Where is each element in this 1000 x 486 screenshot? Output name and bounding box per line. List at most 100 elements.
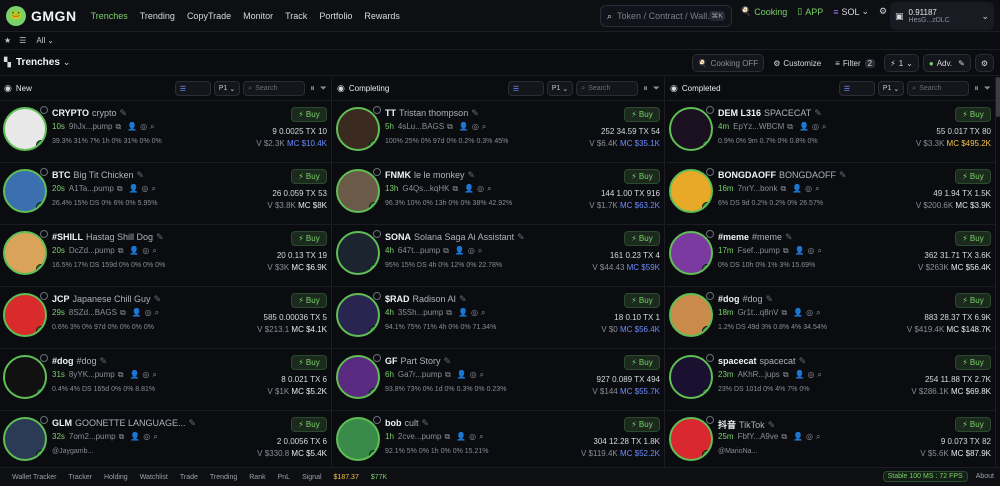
- scrollbar[interactable]: [996, 77, 1000, 117]
- bottom-trade[interactable]: Trade: [180, 474, 198, 481]
- token-address[interactable]: 4sLu...BAGS: [398, 122, 444, 131]
- copy-icon[interactable]: ⧉: [787, 122, 793, 131]
- token-name[interactable]: BONGDAOFF: [779, 170, 836, 180]
- buy-button[interactable]: ⚡ Buy: [955, 231, 991, 246]
- copy-icon[interactable]: ⧉: [445, 370, 451, 379]
- token-avatar[interactable]: [3, 169, 47, 213]
- edit-icon[interactable]: ✎: [766, 294, 774, 304]
- copy-icon[interactable]: ⧉: [452, 184, 458, 193]
- token-card[interactable]: $RAD Radison AI ✎ 4h 35Sh...pump ⧉ 👤 ◎ ⌕ 94.1% 75…: [333, 287, 664, 349]
- token-address[interactable]: DcZd...pump: [69, 246, 115, 255]
- copy-icon[interactable]: ⧉: [446, 308, 452, 317]
- token-name[interactable]: SPACECAT: [764, 108, 811, 118]
- edit-icon[interactable]: ✎: [799, 356, 807, 366]
- token-avatar[interactable]: [669, 355, 713, 399]
- web-icon[interactable]: ◎: [145, 308, 152, 317]
- copy-icon[interactable]: ⧉: [119, 432, 125, 441]
- token-address[interactable]: FbfY...A9ve: [738, 432, 779, 441]
- info-icon[interactable]: [40, 106, 48, 114]
- search-icon[interactable]: ⌕: [487, 184, 491, 193]
- column-search-input[interactable]: ⌕ Search: [576, 81, 639, 96]
- edit-icon[interactable]: ✎: [137, 170, 145, 180]
- token-name[interactable]: Japanese Chill Guy: [73, 294, 151, 304]
- edit-icon[interactable]: ✎: [471, 108, 479, 118]
- web-icon[interactable]: ◎: [808, 246, 815, 255]
- copy-icon[interactable]: ⧉: [118, 370, 124, 379]
- token-card[interactable]: TT Tristan thompson ✎ 5h 4sLu...BAGS ⧉ 👤 ◎ ⌕ 100%…: [333, 101, 664, 163]
- edit-icon[interactable]: ✎: [189, 418, 197, 428]
- search-icon[interactable]: ⌕: [817, 246, 821, 255]
- info-icon[interactable]: [706, 354, 714, 362]
- buy-button[interactable]: ⚡ Buy: [291, 293, 327, 308]
- token-address[interactable]: 8SZd...BAGS: [69, 308, 117, 317]
- token-avatar[interactable]: [3, 107, 47, 151]
- copy-icon[interactable]: ⧉: [444, 432, 450, 441]
- token-address[interactable]: Gr1t...q8nV: [738, 308, 779, 317]
- pause-icon[interactable]: ⏸: [643, 83, 648, 94]
- edit-icon[interactable]: ✎: [468, 170, 476, 180]
- token-card[interactable]: GF Part Story ✎ 6h Ga7r...pump ⧉ 👤 ◎ ⌕ 93.8% 73% …: [333, 349, 664, 411]
- info-icon[interactable]: [706, 230, 714, 238]
- pause-icon[interactable]: ⏸: [974, 83, 979, 94]
- edit-icon[interactable]: ✎: [517, 232, 525, 242]
- token-card[interactable]: BONGDAOFF BONGDAOFF ✎ 16m 7nrY...bonk ⧉ 👤 ◎ ⌕ 6% …: [666, 163, 995, 225]
- copy-icon[interactable]: ⧉: [443, 246, 449, 255]
- token-card[interactable]: #dog #dog ✎ 18m Gr1t...q8nV ⧉ 👤 ◎ ⌕ 1.2% DS 49d 3…: [666, 287, 995, 349]
- token-avatar[interactable]: [336, 417, 380, 461]
- token-avatar[interactable]: [336, 231, 380, 275]
- copy-icon[interactable]: ⧉: [783, 370, 789, 379]
- edit-icon[interactable]: ✎: [422, 418, 430, 428]
- info-icon[interactable]: [706, 168, 714, 176]
- adv-button[interactable]: ● Adv. ✎: [922, 54, 971, 72]
- token-address[interactable]: 647t...pump: [398, 246, 440, 255]
- token-name[interactable]: le le monkey: [414, 170, 465, 180]
- buy-button[interactable]: ⚡ Buy: [291, 417, 327, 432]
- nav-track[interactable]: Track: [285, 11, 307, 21]
- copy-icon[interactable]: ⧉: [118, 246, 124, 255]
- info-icon[interactable]: [706, 106, 714, 114]
- token-card[interactable]: JCP Japanese Chill Guy ✎ 29s 8SZd...BAGS ⧉ 👤 ◎ ⌕…: [0, 287, 331, 349]
- bottom-wallet-tracker[interactable]: Wallet Tracker: [12, 474, 56, 481]
- copy-icon[interactable]: ⧉: [115, 122, 121, 131]
- info-icon[interactable]: [40, 292, 48, 300]
- buy-button[interactable]: ⚡ Buy: [624, 293, 660, 308]
- info-icon[interactable]: [40, 354, 48, 362]
- preset-selector[interactable]: P1 ⌄: [213, 81, 241, 96]
- edit-icon[interactable]: ✎: [839, 170, 847, 180]
- logo[interactable]: 🐸 GMGN: [6, 5, 77, 26]
- token-avatar[interactable]: [336, 169, 380, 213]
- copy-icon[interactable]: ⧉: [781, 308, 787, 317]
- search-icon[interactable]: ⌕: [479, 432, 483, 441]
- bottom-watchlist[interactable]: Watchlist: [140, 474, 168, 481]
- search-icon[interactable]: ⌕: [816, 432, 820, 441]
- token-name[interactable]: TikTok: [739, 420, 765, 430]
- web-icon[interactable]: ◎: [812, 122, 819, 131]
- search-icon[interactable]: ⌕: [152, 246, 156, 255]
- bottom-tracker[interactable]: Tracker: [68, 474, 91, 481]
- settings-button[interactable]: ⚙: [974, 54, 994, 72]
- token-avatar[interactable]: [669, 231, 713, 275]
- filter-icon[interactable]: ⏷: [984, 83, 991, 94]
- token-name[interactable]: cult: [405, 418, 419, 428]
- web-icon[interactable]: ◎: [142, 184, 149, 193]
- info-icon[interactable]: [40, 168, 48, 176]
- buy-button[interactable]: ⚡ Buy: [955, 293, 991, 308]
- column-view-toggle[interactable]: ☰: [507, 81, 544, 96]
- copy-icon[interactable]: ⧉: [447, 122, 453, 131]
- token-card[interactable]: CRYPTO crypto ✎ 10s 9hJx...pump ⧉ 👤 ◎ ⌕ 39.3% 31%…: [0, 101, 331, 163]
- edit-icon[interactable]: ✎: [768, 420, 776, 430]
- web-icon[interactable]: ◎: [469, 432, 476, 441]
- chain-selector[interactable]: ≡ SOL ⌄: [833, 6, 869, 17]
- token-name[interactable]: GOONETTE LANGUAGE...: [75, 418, 186, 428]
- info-icon[interactable]: [706, 292, 714, 300]
- token-avatar[interactable]: [3, 417, 47, 461]
- search-icon[interactable]: ⌕: [478, 246, 482, 255]
- token-avatar[interactable]: [3, 293, 47, 337]
- token-card[interactable]: #dog #dog ✎ 31s 8yYK...pump ⧉ 👤 ◎ ⌕ 0.4% 4% DS 16…: [0, 349, 331, 411]
- chevron-down-icon[interactable]: ⌄: [63, 57, 71, 68]
- web-icon[interactable]: ◎: [806, 432, 813, 441]
- token-card[interactable]: bob cult ✎ 1h 2cve...pump ⧉ 👤 ◎ ⌕ 92.1% 5% 0% 1h …: [333, 411, 664, 467]
- token-address[interactable]: Fsef...pump: [738, 246, 780, 255]
- token-name[interactable]: Big Tit Chicken: [74, 170, 134, 180]
- token-card[interactable]: #meme #meme ✎ 17m Fsef...pump ⧉ 👤 ◎ ⌕ 0% DS 10h 0…: [666, 225, 995, 287]
